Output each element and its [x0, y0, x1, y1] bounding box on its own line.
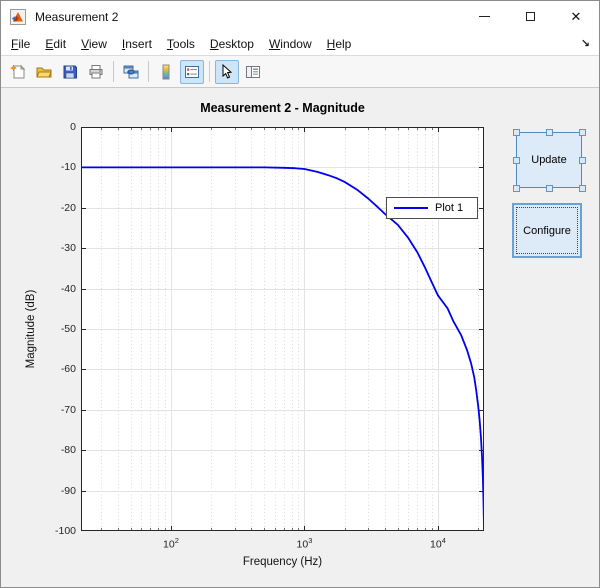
y-tick-label: -90 — [32, 485, 76, 497]
close-button[interactable]: ✕ — [553, 1, 599, 32]
x-tick-label: 102 — [151, 536, 191, 551]
maximize-button[interactable] — [507, 1, 553, 32]
save-figure-button[interactable] — [58, 60, 82, 84]
plot-browser-icon — [245, 64, 261, 80]
insert-legend-button[interactable] — [180, 60, 204, 84]
print-figure-button[interactable] — [84, 60, 108, 84]
toolbar-separator — [113, 61, 114, 82]
window-title: Measurement 2 — [35, 10, 118, 24]
open-file-button[interactable] — [32, 60, 56, 84]
y-tick-label: -50 — [32, 323, 76, 335]
y-tick-label: -100 — [32, 525, 76, 537]
y-tick-label: -40 — [32, 283, 76, 295]
selection-handle[interactable] — [513, 185, 520, 192]
x-axis-label: Frequency (Hz) — [81, 556, 484, 568]
configure-button-label: Configure — [516, 207, 578, 254]
y-tick-label: -70 — [32, 404, 76, 416]
link-plots-icon — [123, 64, 139, 80]
selection-handle[interactable] — [513, 157, 520, 164]
dock-figure-icon[interactable]: ↘ — [581, 37, 590, 50]
menu-item-edit[interactable]: Edit — [45, 37, 66, 51]
new-document-icon — [10, 64, 26, 80]
close-icon: ✕ — [571, 10, 582, 23]
selection-handle[interactable] — [579, 185, 586, 192]
plot-title: Measurement 2 - Magnitude — [81, 101, 484, 115]
print-icon — [88, 64, 104, 80]
y-tick-label: 0 — [32, 121, 76, 133]
toolbar — [1, 56, 599, 88]
menu-item-desktop[interactable]: Desktop — [210, 37, 254, 51]
x-tick-label: 104 — [418, 536, 458, 551]
minimize-icon — [479, 16, 490, 17]
update-button-selection: Update — [516, 132, 582, 188]
legend-icon — [184, 64, 200, 80]
plot-canvas — [81, 127, 484, 531]
minimize-button[interactable] — [461, 1, 507, 32]
new-figure-button[interactable] — [6, 60, 30, 84]
matlab-logo-icon — [10, 9, 26, 25]
figure-window: Measurement 2 ✕ File Edit View Insert Tools D… — [0, 0, 600, 588]
update-button[interactable]: Update — [516, 132, 582, 188]
maximize-icon — [526, 12, 535, 21]
figure-canvas: Measurement 2 - Magnitude Frequency (Hz)… — [1, 90, 599, 587]
menubar: File Edit View Insert Tools Desktop Window Help… — [1, 32, 599, 56]
axes[interactable] — [81, 127, 484, 531]
open-folder-icon — [36, 64, 52, 80]
legend-line-sample — [394, 207, 428, 209]
y-tick-label: -10 — [32, 161, 76, 173]
selection-handle[interactable] — [546, 185, 553, 192]
y-tick-label: -80 — [32, 444, 76, 456]
legend[interactable]: Plot 1 — [386, 197, 478, 219]
toolbar-separator — [148, 61, 149, 82]
menu-item-help[interactable]: Help — [327, 37, 352, 51]
configure-button[interactable]: Configure — [512, 203, 582, 258]
edit-plot-icon — [219, 64, 235, 80]
menu-item-view[interactable]: View — [81, 37, 107, 51]
menu-item-window[interactable]: Window — [269, 37, 312, 51]
x-tick-label: 103 — [284, 536, 324, 551]
selection-handle[interactable] — [546, 129, 553, 136]
menu-item-file[interactable]: File — [11, 37, 30, 51]
save-icon — [62, 64, 78, 80]
menu-item-tools[interactable]: Tools — [167, 37, 195, 51]
selection-handle[interactable] — [579, 129, 586, 136]
y-tick-label: -30 — [32, 242, 76, 254]
link-plot-button[interactable] — [119, 60, 143, 84]
legend-entry-label: Plot 1 — [435, 202, 463, 214]
window-controls: ✕ — [461, 1, 599, 32]
selection-handle[interactable] — [513, 129, 520, 136]
colorbar-icon — [158, 64, 174, 80]
y-tick-label: -60 — [32, 363, 76, 375]
y-tick-label: -20 — [32, 202, 76, 214]
insert-colorbar-button[interactable] — [154, 60, 178, 84]
menu-item-insert[interactable]: Insert — [122, 37, 152, 51]
plot-browser-button[interactable] — [241, 60, 265, 84]
titlebar: Measurement 2 ✕ — [1, 1, 599, 32]
edit-plot-button[interactable] — [215, 60, 239, 84]
toolbar-separator — [209, 61, 210, 82]
selection-handle[interactable] — [579, 157, 586, 164]
